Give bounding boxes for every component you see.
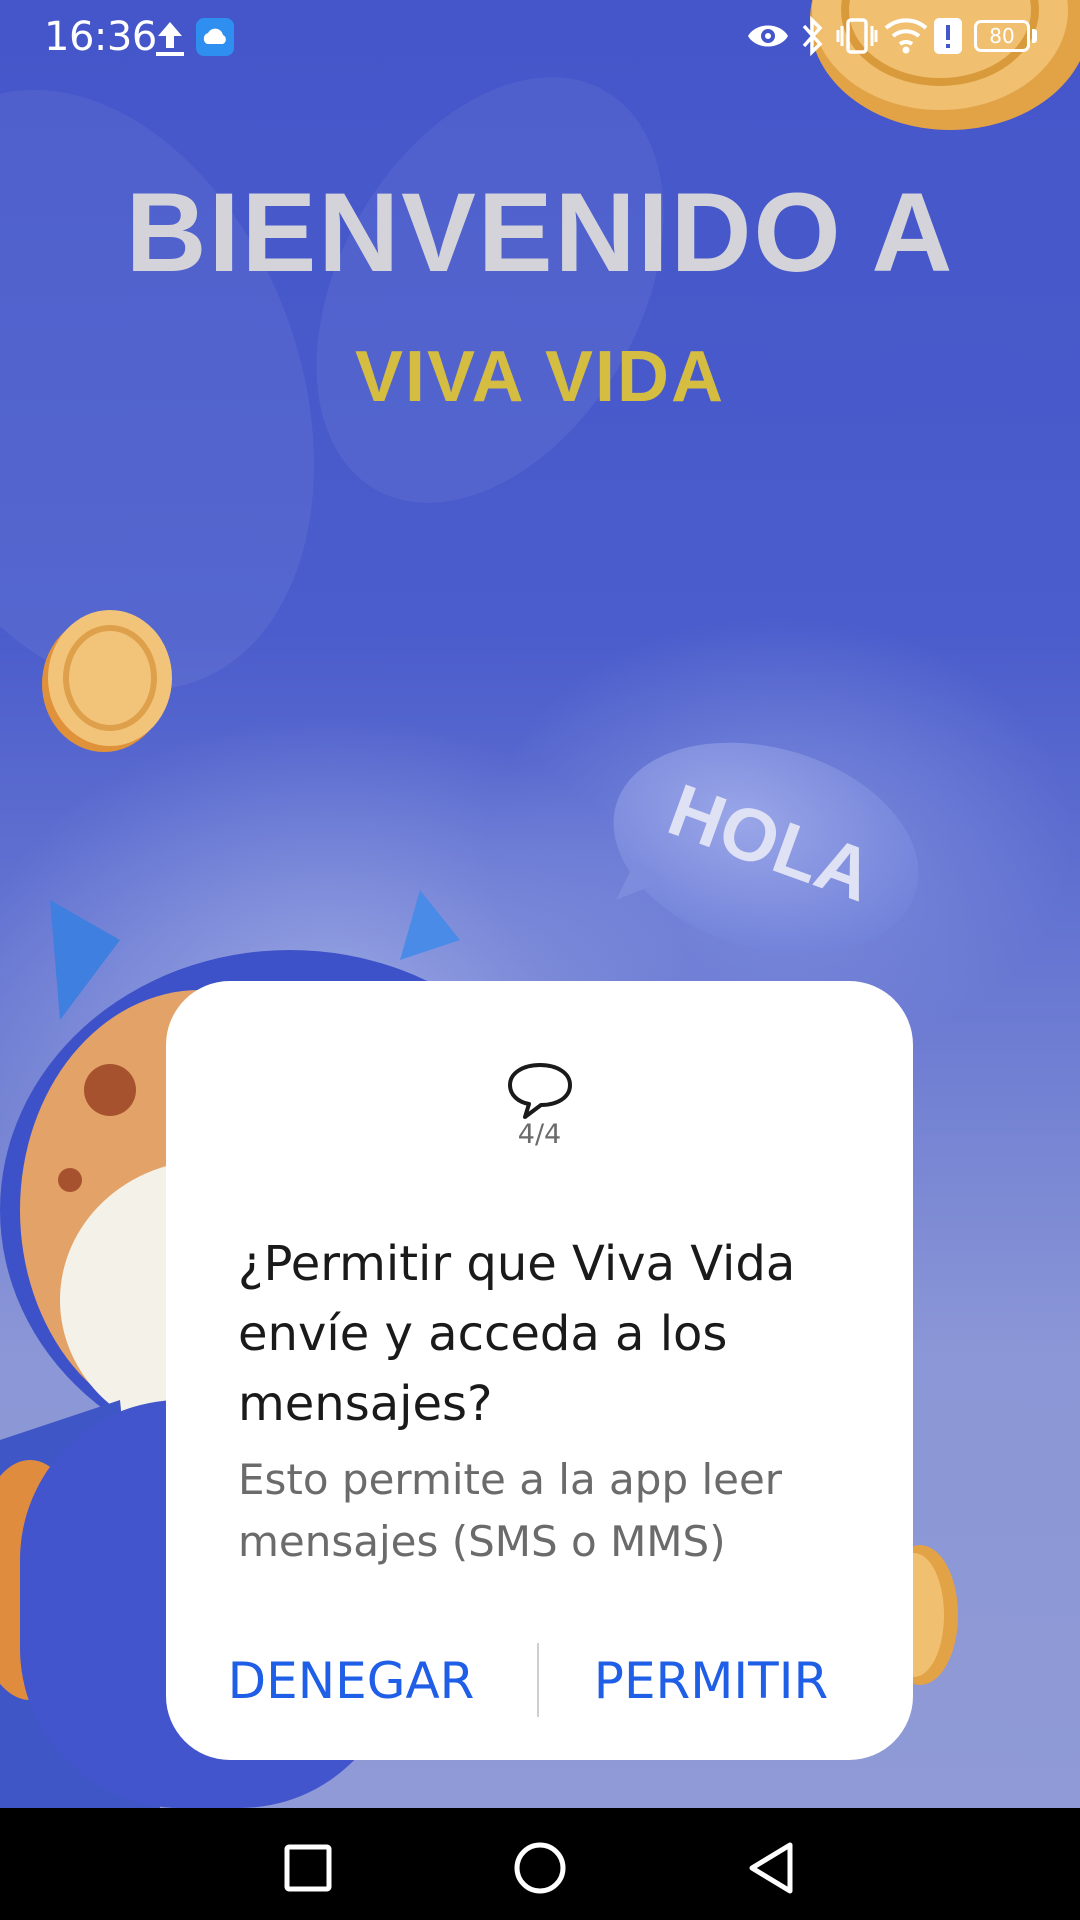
navigation-bar: [0, 1808, 1080, 1920]
battery-level: 80: [989, 24, 1015, 48]
wifi-icon: [884, 18, 928, 54]
allow-button[interactable]: PERMITIR: [546, 1641, 876, 1721]
permission-counter: 4/4: [517, 1119, 562, 1150]
upload-icon: [156, 22, 184, 56]
permission-question: ¿Permitir que Viva Vida envíe y acceda a…: [238, 1236, 796, 1432]
button-divider: [537, 1643, 539, 1717]
welcome-title: BIENVENIDO A: [125, 170, 955, 295]
permission-description: Esto permite a la app leer mensajes (SMS…: [238, 1455, 783, 1566]
bluetooth-icon: [802, 16, 823, 56]
message-icon: [508, 1063, 572, 1119]
vibrate-icon: [836, 18, 878, 54]
cloud-icon: [196, 18, 234, 56]
alert-icon: [934, 18, 962, 54]
home-icon[interactable]: [510, 1838, 570, 1898]
app-screen: HOLA 16:36 80 BIENVENIDO A VIVA VIDA 4/4…: [0, 0, 1080, 1808]
battery-tip: [1032, 29, 1037, 43]
app-name-title: VIVA VIDA: [354, 337, 726, 417]
back-icon[interactable]: [742, 1838, 802, 1898]
coin-illustration: [42, 610, 172, 752]
eye-icon: [748, 25, 788, 47]
deny-button[interactable]: DENEGAR: [206, 1641, 496, 1721]
status-bar: 16:36 80: [0, 0, 1080, 76]
status-time: 16:36: [44, 14, 157, 60]
battery-icon: 80: [974, 20, 1030, 52]
recents-icon[interactable]: [278, 1838, 338, 1898]
permission-dialog: 4/4 ¿Permitir que Viva Vida envíe y acce…: [166, 981, 913, 1760]
